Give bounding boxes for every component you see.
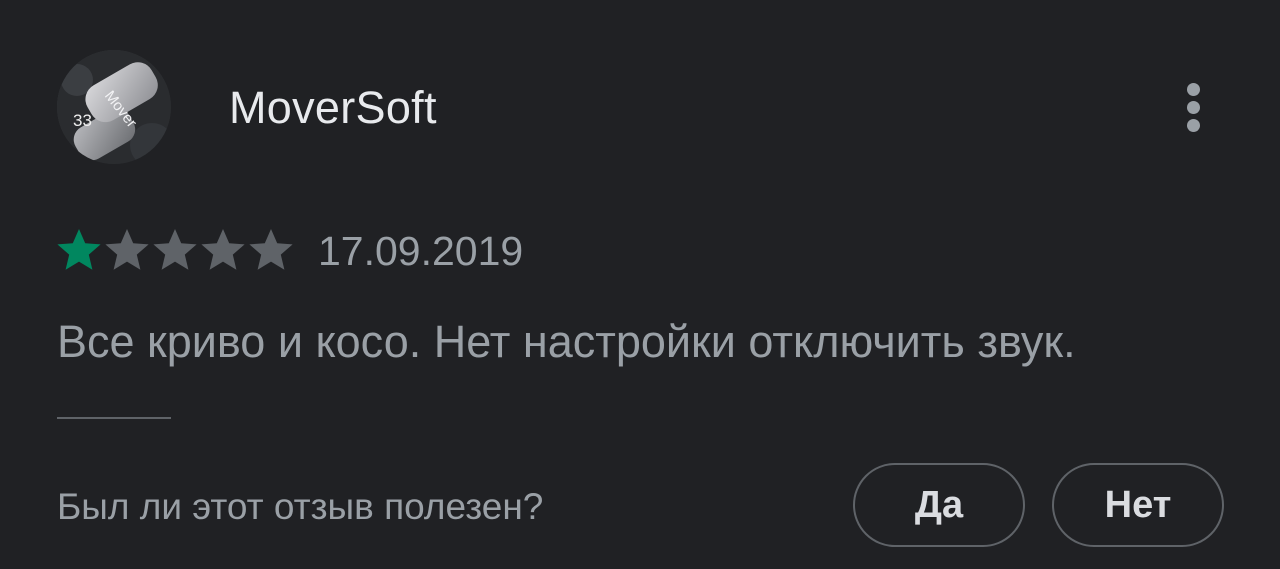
- star-rating: [55, 224, 295, 276]
- avatar: Mover 33: [57, 50, 171, 164]
- helpful-question: Был ли этот отзыв полезен?: [57, 486, 544, 527]
- review-text: Все криво и косо. Нет настройки отключит…: [57, 316, 1076, 367]
- star-icon-empty: [249, 229, 293, 270]
- star-icon-filled: [57, 229, 101, 270]
- star-icon-empty: [201, 229, 245, 270]
- more-options-button[interactable]: [1172, 78, 1216, 138]
- avatar-number: 33: [73, 111, 92, 130]
- helpful-yes-button[interactable]: Да: [853, 463, 1025, 547]
- review-date: 17.09.2019: [318, 228, 524, 274]
- avatar-image: Mover 33: [57, 50, 171, 164]
- star-icon-empty: [105, 229, 149, 270]
- helpful-no-button[interactable]: Нет: [1052, 463, 1224, 547]
- star-icon-empty: [153, 229, 197, 270]
- divider: [57, 417, 171, 419]
- author-name: MoverSoft: [229, 82, 437, 133]
- review-card: Mover 33 MoverSoft 17.09.2019 Все криво …: [0, 0, 1280, 569]
